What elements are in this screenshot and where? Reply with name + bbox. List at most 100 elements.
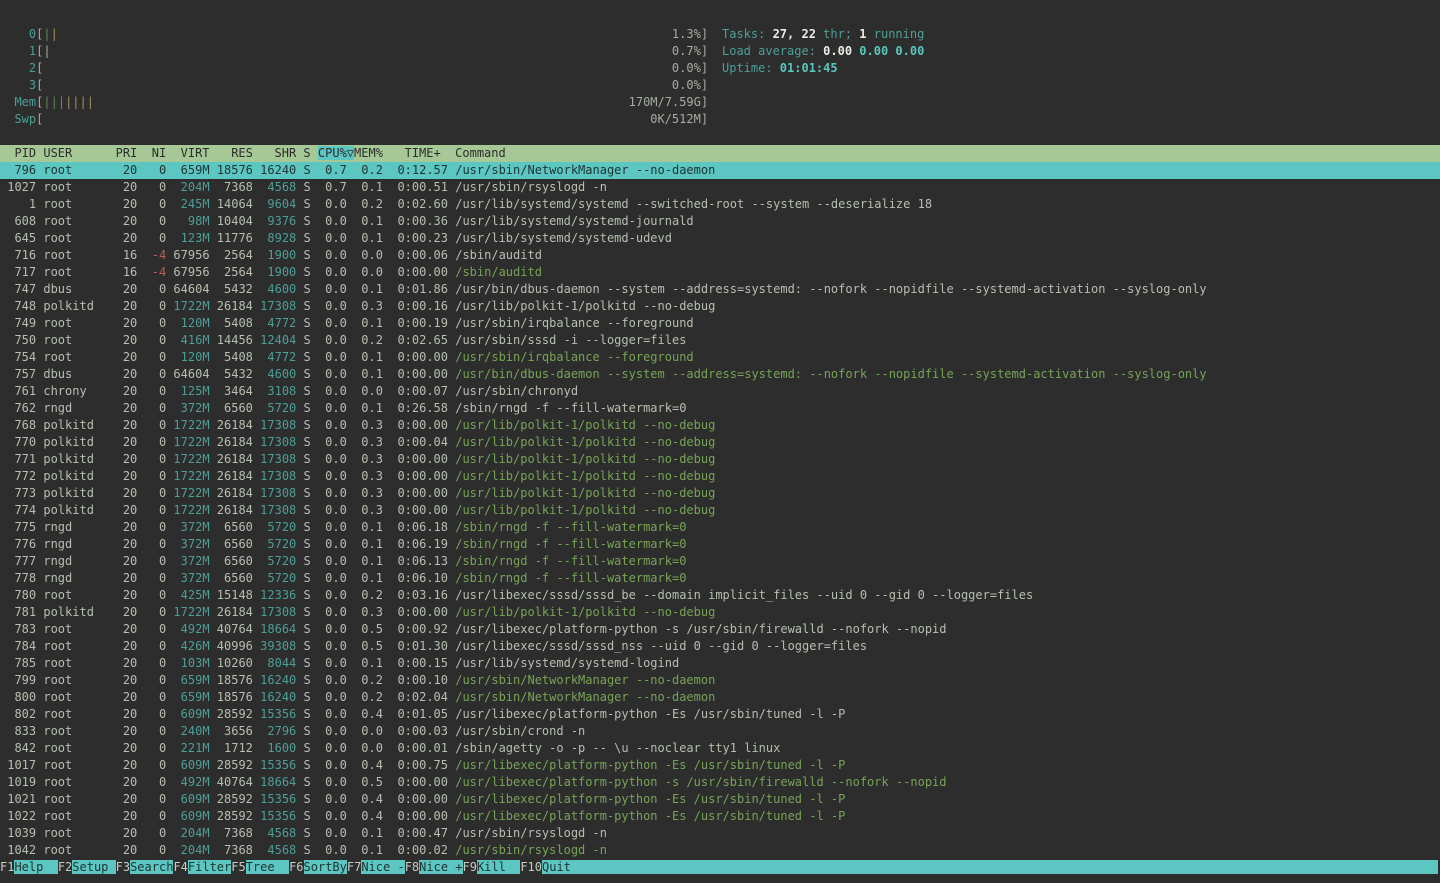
cell-virt: 125M [173, 384, 216, 398]
process-row[interactable]: 1039 root 20 0 204M 7368 4568 S 0.0 0.1 … [0, 825, 1440, 842]
fnkey-f10[interactable]: F10 [520, 860, 542, 874]
process-row[interactable]: 1021 root 20 0 609M 28592 15356 S 0.0 0.… [0, 791, 1440, 808]
fnkey-f4-label[interactable]: Filter [188, 860, 231, 874]
cell-res: 5432 [217, 282, 260, 296]
cell-res: 2564 [217, 248, 260, 262]
process-row[interactable]: 778 rngd 20 0 372M 6560 5720 S 0.0 0.1 0… [0, 570, 1440, 587]
fnkey-f7[interactable]: F7 [347, 860, 361, 874]
process-row[interactable]: 749 root 20 0 120M 5408 4772 S 0.0 0.1 0… [0, 315, 1440, 332]
process-row[interactable]: 761 chrony 20 0 125M 3464 3108 S 0.0 0.0… [0, 383, 1440, 400]
cell-state: S [304, 605, 318, 619]
meter-bar: | [80, 95, 87, 109]
process-row[interactable]: 1 root 20 0 245M 14064 9604 S 0.0 0.2 0:… [0, 196, 1440, 213]
fnkey-f5-label[interactable]: Tree [246, 860, 289, 874]
fnkey-f6-label[interactable]: SortBy [304, 860, 347, 874]
cell-state: S [304, 469, 318, 483]
process-row[interactable]: 1042 root 20 0 204M 7368 4568 S 0.0 0.1 … [0, 842, 1440, 859]
process-row[interactable]: 780 root 20 0 425M 15148 12336 S 0.0 0.2… [0, 587, 1440, 604]
fnkey-f3[interactable]: F3 [116, 860, 130, 874]
process-row[interactable]: 842 root 20 0 221M 1712 1600 S 0.0 0.0 0… [0, 740, 1440, 757]
cell-cpu-percent: 0.0 [318, 758, 354, 772]
process-row[interactable]: 1022 root 20 0 609M 28592 15356 S 0.0 0.… [0, 808, 1440, 825]
fnkey-f7-label[interactable]: Nice - [361, 860, 404, 874]
fnkey-f1-label[interactable]: Help [14, 860, 57, 874]
meter-mem: Mem[||||||| 170M/7.59G] [0, 94, 708, 111]
cell-virt: 372M [173, 571, 216, 585]
cell-nice: 0 [145, 231, 174, 245]
process-row[interactable]: 608 root 20 0 98M 10404 9376 S 0.0 0.1 0… [0, 213, 1440, 230]
cell-nice: 0 [145, 367, 174, 381]
cell-pid: 748 [0, 299, 43, 313]
cell-res: 28592 [217, 707, 260, 721]
cell-priority: 20 [116, 401, 145, 415]
process-row[interactable]: 772 polkitd 20 0 1722M 26184 17308 S 0.0… [0, 468, 1440, 485]
process-row[interactable]: 781 polkitd 20 0 1722M 26184 17308 S 0.0… [0, 604, 1440, 621]
cell-shr: 5720 [260, 520, 303, 534]
process-row[interactable]: 770 polkitd 20 0 1722M 26184 17308 S 0.0… [0, 434, 1440, 451]
fnkey-f1[interactable]: F1 [0, 860, 14, 874]
cell-priority: 20 [116, 707, 145, 721]
cell-user: polkitd [43, 299, 115, 313]
fnkey-f3-label[interactable]: Search [130, 860, 173, 874]
process-row[interactable]: 771 polkitd 20 0 1722M 26184 17308 S 0.0… [0, 451, 1440, 468]
process-row[interactable]: 774 polkitd 20 0 1722M 26184 17308 S 0.0… [0, 502, 1440, 519]
fnkey-f4[interactable]: F4 [173, 860, 187, 874]
process-row[interactable]: 773 polkitd 20 0 1722M 26184 17308 S 0.0… [0, 485, 1440, 502]
cell-pid: 608 [0, 214, 43, 228]
fnkey-f6[interactable]: F6 [289, 860, 303, 874]
fnkey-f9[interactable]: F9 [463, 860, 477, 874]
cell-priority: 20 [116, 469, 145, 483]
process-row[interactable]: 716 root 16 -4 67956 2564 1900 S 0.0 0.0… [0, 247, 1440, 264]
tasks-line-segment: running [874, 27, 925, 41]
process-row[interactable]: 717 root 16 -4 67956 2564 1900 S 0.0 0.0… [0, 264, 1440, 281]
cell-time: 0:01.05 [397, 707, 455, 721]
process-row[interactable]: 777 rngd 20 0 372M 6560 5720 S 0.0 0.1 0… [0, 553, 1440, 570]
process-row[interactable]: 1019 root 20 0 492M 40764 18664 S 0.0 0.… [0, 774, 1440, 791]
process-row[interactable]: 775 rngd 20 0 372M 6560 5720 S 0.0 0.1 0… [0, 519, 1440, 536]
cell-mem-percent: 0.4 [354, 758, 397, 772]
fnkey-f8[interactable]: F8 [405, 860, 419, 874]
sort-column-cpu[interactable]: CPU%▽ [318, 146, 354, 160]
cell-virt: 221M [173, 741, 216, 755]
cell-cpu-percent: 0.0 [318, 775, 354, 789]
fnkey-f5[interactable]: F5 [231, 860, 245, 874]
cell-shr: 16240 [260, 690, 303, 704]
process-row[interactable]: 783 root 20 0 492M 40764 18664 S 0.0 0.5… [0, 621, 1440, 638]
cell-mem-percent: 0.1 [354, 656, 397, 670]
cell-priority: 20 [116, 690, 145, 704]
process-row[interactable]: 833 root 20 0 240M 3656 2796 S 0.0 0.0 0… [0, 723, 1440, 740]
process-row[interactable]: 762 rngd 20 0 372M 6560 5720 S 0.0 0.1 0… [0, 400, 1440, 417]
tasks-line-segment: 22 [801, 27, 823, 41]
process-row[interactable]: 799 root 20 0 659M 18576 16240 S 0.0 0.2… [0, 672, 1440, 689]
cell-cpu-percent: 0.0 [318, 571, 354, 585]
cell-mem-percent: 0.1 [354, 826, 397, 840]
process-row[interactable]: 800 root 20 0 659M 18576 16240 S 0.0 0.2… [0, 689, 1440, 706]
process-row[interactable]: 750 root 20 0 416M 14456 12404 S 0.0 0.2… [0, 332, 1440, 349]
process-row[interactable]: 645 root 20 0 123M 11776 8928 S 0.0 0.1 … [0, 230, 1440, 247]
fnkey-f8-label[interactable]: Nice + [419, 860, 462, 874]
process-row[interactable]: 1017 root 20 0 609M 28592 15356 S 0.0 0.… [0, 757, 1440, 774]
process-row[interactable]: 785 root 20 0 103M 10260 8044 S 0.0 0.1 … [0, 655, 1440, 672]
fnkey-f9-label[interactable]: Kill [477, 860, 520, 874]
cell-command: /usr/lib/systemd/systemd-journald [455, 214, 693, 228]
process-row[interactable]: 776 rngd 20 0 372M 6560 5720 S 0.0 0.1 0… [0, 536, 1440, 553]
process-row[interactable]: 748 polkitd 20 0 1722M 26184 17308 S 0.0… [0, 298, 1440, 315]
fnkey-f2-label[interactable]: Setup [72, 860, 115, 874]
process-row[interactable]: 757 dbus 20 0 64604 5432 4600 S 0.0 0.1 … [0, 366, 1440, 383]
cell-time: 0:26.58 [397, 401, 455, 415]
process-row[interactable]: 802 root 20 0 609M 28592 15356 S 0.0 0.4… [0, 706, 1440, 723]
process-row[interactable]: 754 root 20 0 120M 5408 4772 S 0.0 0.1 0… [0, 349, 1440, 366]
cell-command: /usr/sbin/crond -n [455, 724, 585, 738]
process-row[interactable]: 784 root 20 0 426M 40996 39308 S 0.0 0.5… [0, 638, 1440, 655]
fnkey-f10-label[interactable]: Quit [542, 860, 1438, 874]
process-row[interactable]: 747 dbus 20 0 64604 5432 4600 S 0.0 0.1 … [0, 281, 1440, 298]
column-headers-right[interactable]: MEM% TIME+ Command [354, 146, 1438, 160]
process-row[interactable]: 796 root 20 0 659M 18576 16240 S 0.7 0.2… [0, 162, 1440, 179]
column-headers-left[interactable]: PID USER PRI NI VIRT RES SHR S [0, 146, 318, 160]
fnkey-f2[interactable]: F2 [58, 860, 72, 874]
cell-mem-percent: 0.1 [354, 571, 397, 585]
process-row[interactable]: 1027 root 20 0 204M 7368 4568 S 0.7 0.1 … [0, 179, 1440, 196]
cell-virt: 426M [173, 639, 216, 653]
process-row[interactable]: 768 polkitd 20 0 1722M 26184 17308 S 0.0… [0, 417, 1440, 434]
table-header-row[interactable]: PID USER PRI NI VIRT RES SHR S CPU%▽MEM%… [0, 145, 1440, 162]
